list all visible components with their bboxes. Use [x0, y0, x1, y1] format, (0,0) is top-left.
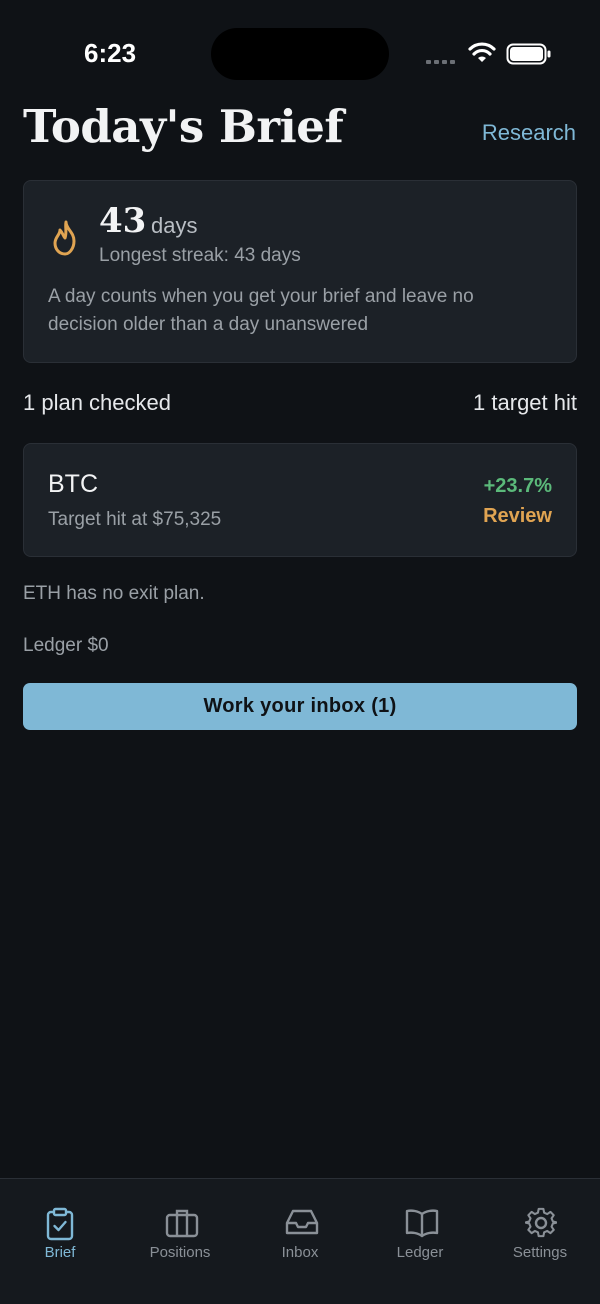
- research-link[interactable]: Research: [482, 120, 576, 146]
- wifi-icon: [468, 42, 496, 62]
- position-symbol: BTC: [48, 470, 98, 498]
- inbox-tray-icon: [285, 1209, 319, 1235]
- plans-checked-count: 1 plan checked: [23, 390, 171, 415]
- clipboard-check-icon: [46, 1207, 74, 1241]
- tab-inbox[interactable]: Inbox: [240, 1179, 360, 1304]
- position-change: +23.7%: [483, 475, 552, 497]
- tab-label: Inbox: [281, 1244, 319, 1261]
- work-inbox-button[interactable]: Work your inbox (1): [23, 683, 577, 730]
- battery-icon: [506, 43, 551, 65]
- streak-count: 43: [99, 201, 147, 241]
- tab-bar: Brief Positions Inbox Ledger Settings: [0, 1178, 600, 1304]
- status-time: 6:23: [84, 38, 137, 68]
- tab-label: Settings: [512, 1244, 568, 1261]
- streak-card: 43 days Longest streak: 43 days A day co…: [23, 180, 577, 363]
- tab-brief[interactable]: Brief: [0, 1179, 120, 1304]
- longest-streak: Longest streak: 43 days: [99, 245, 301, 266]
- status-bar: 6:23: [0, 0, 600, 100]
- tab-positions[interactable]: Positions: [120, 1179, 240, 1304]
- position-target-status: Target hit at $75,325: [48, 509, 222, 530]
- tab-settings[interactable]: Settings: [480, 1179, 600, 1304]
- flame-icon: [53, 220, 76, 256]
- ledger-balance: Ledger $0: [23, 635, 109, 656]
- gear-icon: [525, 1207, 557, 1238]
- dynamic-island: [211, 28, 389, 80]
- open-book-icon: [405, 1209, 439, 1238]
- tab-label: Brief: [44, 1244, 76, 1261]
- page-title: Today's Brief: [23, 100, 344, 153]
- targets-hit-count: 1 target hit: [473, 390, 577, 415]
- tab-label: Ledger: [396, 1244, 444, 1261]
- tab-label: Positions: [149, 1244, 211, 1261]
- streak-description: A day counts when you get your brief and…: [48, 286, 474, 335]
- tab-ledger[interactable]: Ledger: [360, 1179, 480, 1304]
- briefcase-icon: [165, 1209, 199, 1238]
- cellular-signal-icon: [426, 60, 455, 64]
- review-button[interactable]: Review: [483, 505, 552, 528]
- streak-unit: days: [151, 213, 198, 238]
- summary-row: 1 plan checked 1 target hit: [23, 390, 577, 416]
- eth-exit-plan-note: ETH has no exit plan.: [23, 583, 205, 604]
- position-card[interactable]: BTC Target hit at $75,325 +23.7% Review: [23, 443, 577, 557]
